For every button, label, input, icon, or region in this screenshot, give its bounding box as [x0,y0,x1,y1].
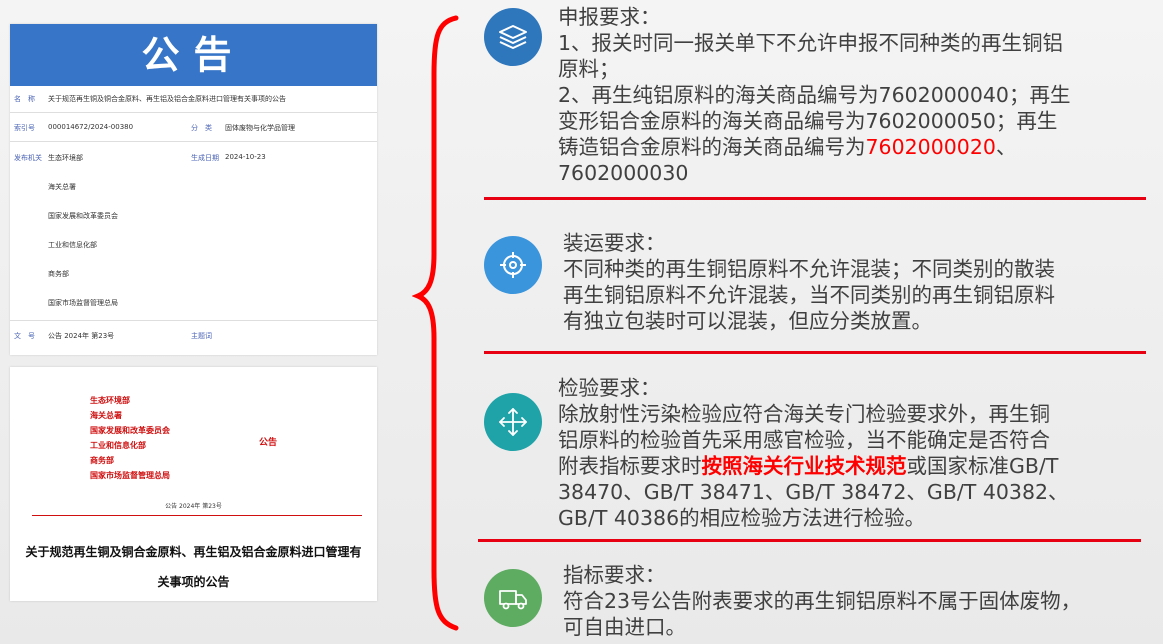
section-title-declaration: 申报要求： [558,5,661,29]
highlighted-code: 7602000020 [865,135,996,159]
field-value-docno: 公告 2024年 第23号 [48,332,115,340]
section-divider [484,197,1146,200]
text-line: 7602000030 [558,161,689,185]
red-rule [32,515,362,516]
field-value-name[interactable]: 关于规范再生铜及铜合金原料、再生铝及铝合金原料进口管理有关事项的公告 [48,94,286,104]
announcement-document: 生态环境部 海关总署 国家发展和改革委员会 工业和信息化部 商务部 国家市场监督… [10,367,377,601]
highlighted-phrase: 按照海关行业技术规范 [701,454,907,478]
field-label-issuer: 发布机关 [14,154,42,162]
text-line: 有独立包装时可以混装，但应分类放置。 [563,309,932,333]
move-arrows-icon [484,393,542,451]
field-value-index: 000014672/2024-00380 [48,123,134,131]
text-line: 1、报关时同一报关单下不允许申报不同种类的再生铜铝 [558,31,1064,55]
text-line: 38470、GB/T 38471、GB/T 38472、GB/T 40382、 [558,480,1069,504]
document-title-line2: 关事项的公告 [157,575,230,589]
field-label-docno: 文 号 [14,332,35,340]
red-brace [412,15,459,631]
issuer-name: 工业和信息化部 [90,441,146,450]
field-value-issuer: 生态环境部 [48,154,83,162]
stack-layers-icon [484,8,542,66]
field-label-date: 生成日期 [191,154,219,162]
text-line: GB/T 40386的相应检验方法进行检验。 [558,506,926,530]
issuer-name: 商务部 [90,456,114,465]
truck-icon [484,569,542,627]
text-line: 符合23号公告附表要求的再生铜铝原料不属于固体废物， [563,589,1082,613]
field-label-category: 分 类 [191,124,212,132]
field-value-issuer: 国家发展和改革委员会 [48,212,118,220]
issuer-name: 生态环境部 [90,396,130,405]
text-line: 可自由进口。 [563,615,686,639]
divider [10,141,377,142]
field-value-issuer: 国家市场监督管理总局 [48,299,118,307]
announcement-info-panel: 公告 名 称 关于规范再生铜及铜合金原料、再生铝及铝合金原料进口管理有关事项的公… [10,24,377,355]
crosshair-icon [484,236,542,294]
issuer-name: 海关总署 [90,411,122,420]
field-value-issuer: 商务部 [48,270,69,278]
text-segment: 铸造铝合金原料的海关商品编号为 [558,135,866,159]
text-line: 变形铝合金原料的海关商品编号为7602000050；再生 [558,109,1058,133]
announcement-banner: 公告 [10,24,377,86]
section-title-criteria: 指标要求： [563,563,666,587]
section-divider [478,539,1141,542]
text-line: 不同种类的再生铜铝原料不允许混装；不同类别的散装 [563,257,1055,281]
section-body-shipping: 不同种类的再生铜铝原料不允许混装；不同类别的散装 再生铜铝原料不允许混装，当不同… [563,256,1148,334]
text-line: 除放射性污染检验应符合海关专门检验要求外，再生铜 [558,402,1050,426]
document-title-line1: 关于规范再生铜及铜合金原料、再生铝及铝合金原料进口管理有 [25,545,362,559]
field-label-keywords: 主题词 [191,332,212,340]
text-line: 再生铜铝原料不允许混装，当不同类别的再生铜铝原料 [563,283,1055,307]
field-value-category: 固体废物与化学品管理 [225,124,295,132]
text-segment: 附表指标要求时 [558,454,702,478]
field-label-index: 索引号 [14,124,35,132]
issuer-name: 国家市场监督管理总局 [90,471,170,480]
text-line: 铸造铝合金原料的海关商品编号为7602000020、 [558,134,1143,160]
field-label-name: 名 称 [14,95,35,103]
text-segment: 、 [995,135,1017,159]
field-value-issuer: 工业和信息化部 [48,241,97,249]
text-line: 原料； [558,57,620,81]
divider [10,320,377,321]
divider [10,112,377,113]
text-line: 附表指标要求时按照海关行业技术规范或国家标准GB/T [558,453,1143,479]
field-value-date: 2024-10-23 [225,153,266,161]
section-body-criteria: 符合23号公告附表要求的再生铜铝原料不属于固体废物， 可自由进口。 [563,588,1148,640]
text-line: 2、再生纯铝原料的海关商品编号为7602000040；再生 [558,83,1071,107]
text-segment: 或国家标准GB/T [906,454,1059,478]
section-body-inspection: 除放射性污染检验应符合海关专门检验要求外，再生铜 铝原料的检验首先采用感官检验，… [558,401,1143,531]
section-title-inspection: 检验要求： [558,376,661,400]
text-line: 铝原料的检验首先采用感官检验，当不能确定是否符合 [558,428,1050,452]
section-body-declaration: 1、报关时同一报关单下不允许申报不同种类的再生铜铝 原料； 2、再生纯铝原料的海… [558,30,1143,186]
section-title-shipping: 装运要求： [563,231,666,255]
gonggao-label: 公告 [259,438,278,448]
document-number: 公告 2024年 第23号 [165,503,222,510]
issuer-name: 国家发展和改革委员会 [90,426,170,435]
section-divider [484,351,1146,354]
field-value-issuer: 海关总署 [48,183,76,191]
